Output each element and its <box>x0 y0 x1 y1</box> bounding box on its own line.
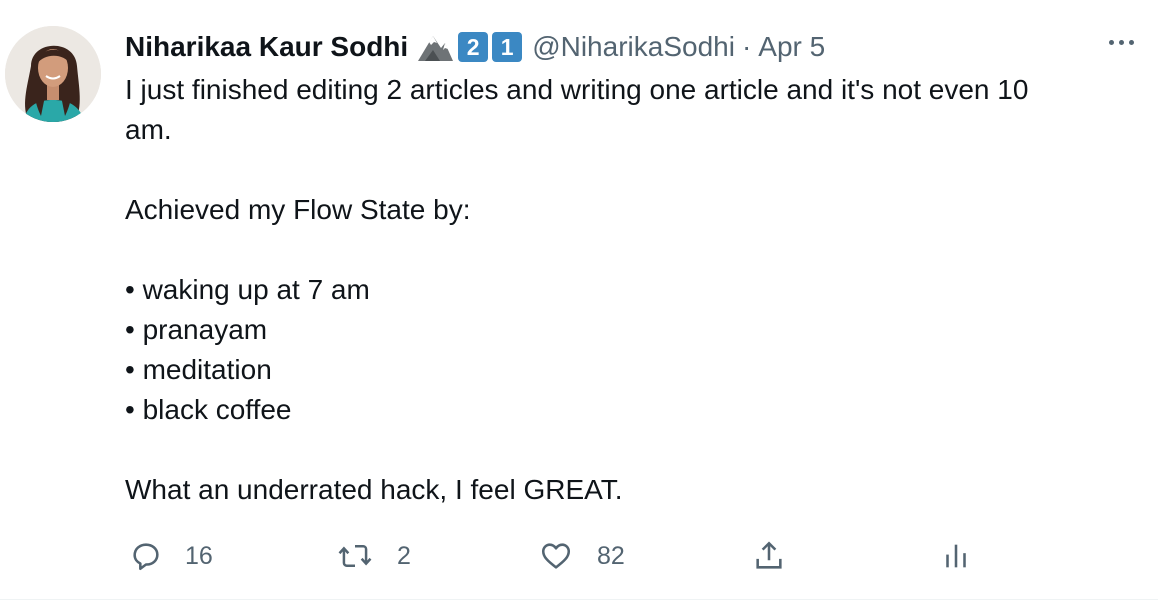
tweet-actions: 16 2 82 <box>125 536 985 576</box>
tweet-header: Niharikaa Kaur Sodhi 2 1 @NiharikaSodhi … <box>125 26 1138 68</box>
share-icon <box>752 539 786 573</box>
name-badges: 2 1 <box>416 32 523 62</box>
tweet-text-line: I just finished editing 2 articles and w… <box>125 74 1029 105</box>
reply-button[interactable]: 16 <box>129 536 213 576</box>
list-item: • waking up at 7 am <box>125 274 370 305</box>
author-handle[interactable]: @NiharikaSodhi <box>532 31 735 63</box>
more-icon[interactable] <box>1109 40 1134 45</box>
reply-count: 16 <box>185 541 213 570</box>
retweet-count: 2 <box>397 541 411 570</box>
like-count: 82 <box>597 541 625 570</box>
author-name[interactable]: Niharikaa Kaur Sodhi <box>125 31 408 63</box>
retweet-icon <box>337 539 373 573</box>
tweet-date[interactable]: Apr 5 <box>758 31 825 63</box>
retweet-button[interactable]: 2 <box>337 536 411 576</box>
tweet-text: I just finished editing 2 articles and w… <box>125 70 1115 510</box>
list-item: • pranayam <box>125 314 268 345</box>
reply-icon <box>129 539 163 573</box>
keycap-1-icon: 1 <box>492 32 523 62</box>
tweet-text-line: What an underrated hack, I feel GREAT. <box>125 474 623 505</box>
like-button[interactable]: 82 <box>539 536 625 576</box>
mountain-icon <box>416 32 454 62</box>
tweet-text-line: am. <box>125 114 172 145</box>
analytics-icon <box>943 539 969 573</box>
share-button[interactable] <box>752 536 786 576</box>
keycap-2-icon: 2 <box>458 32 489 62</box>
list-item: • meditation <box>125 354 272 385</box>
separator: · <box>741 31 752 62</box>
tweet-content: Niharikaa Kaur Sodhi 2 1 @NiharikaSodhi … <box>125 26 1138 510</box>
tweet-text-line: Achieved my Flow State by: <box>125 194 471 225</box>
analytics-button[interactable] <box>943 536 969 576</box>
list-item: • black coffee <box>125 394 292 425</box>
avatar[interactable] <box>5 26 101 122</box>
heart-icon <box>539 539 573 573</box>
tweet-card[interactable]: Niharikaa Kaur Sodhi 2 1 @NiharikaSodhi … <box>0 0 1158 600</box>
